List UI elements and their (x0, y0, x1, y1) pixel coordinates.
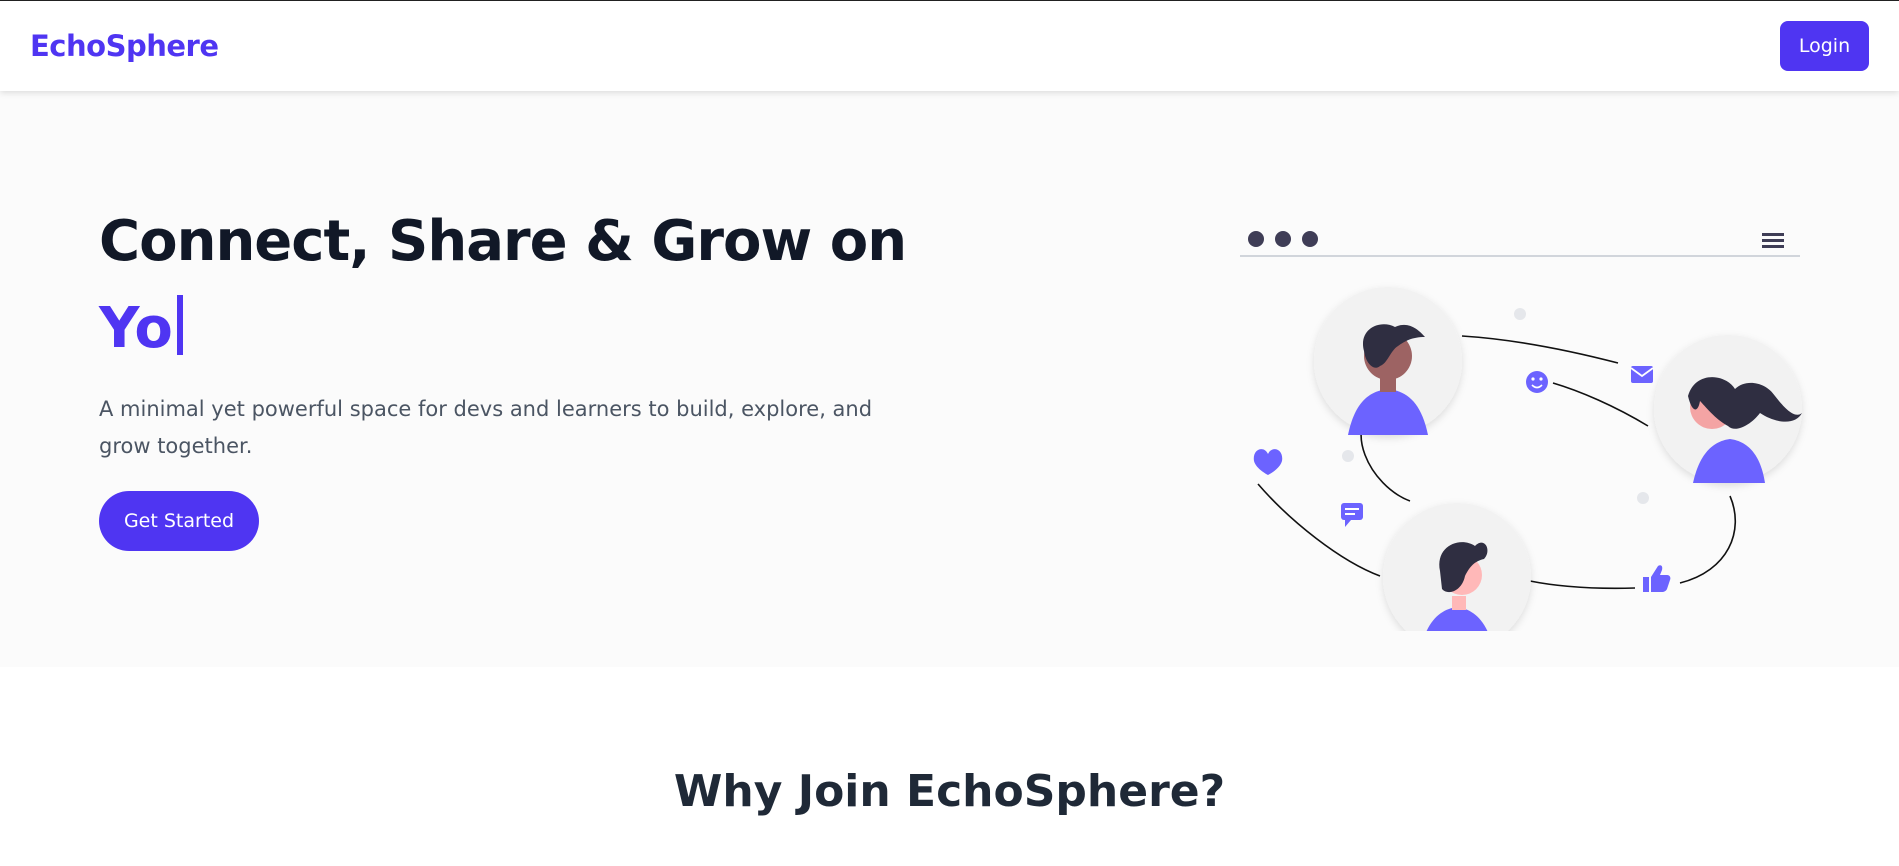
brand-logo[interactable]: EchoSphere (30, 29, 219, 63)
window-dot (1302, 231, 1318, 247)
window-dot (1248, 231, 1264, 247)
smiley-icon (1526, 371, 1548, 393)
user-avatar (1654, 335, 1802, 483)
login-button[interactable]: Login (1780, 21, 1869, 71)
hero-section: Connect, Share & Grow on Yo A minimal ye… (0, 91, 1899, 667)
typed-headline: Yo (99, 295, 183, 361)
decorative-dot (1342, 450, 1354, 462)
browser-bar (1240, 231, 1800, 257)
heart-icon (1253, 449, 1283, 475)
decorative-dot (1514, 308, 1526, 320)
chat-icon (1341, 503, 1363, 527)
user-avatar (1314, 287, 1462, 435)
features-section-title: Why Join EchoSphere? (673, 766, 1226, 817)
mail-icon (1630, 366, 1654, 383)
typed-text: Yo (99, 296, 173, 361)
community-illustration (1240, 231, 1802, 631)
hero-subtitle: A minimal yet powerful space for devs an… (99, 397, 873, 458)
window-dot (1275, 231, 1291, 247)
thumbs-up-icon (1643, 565, 1671, 592)
navbar: EchoSphere Login (0, 1, 1899, 91)
typing-cursor (176, 295, 183, 355)
decorative-dot (1637, 492, 1649, 504)
user-avatar (1383, 503, 1531, 631)
get-started-button[interactable]: Get Started (99, 491, 259, 551)
hamburger-menu-icon (1762, 233, 1784, 248)
hero-headline: Connect, Share & Grow on (99, 209, 907, 274)
